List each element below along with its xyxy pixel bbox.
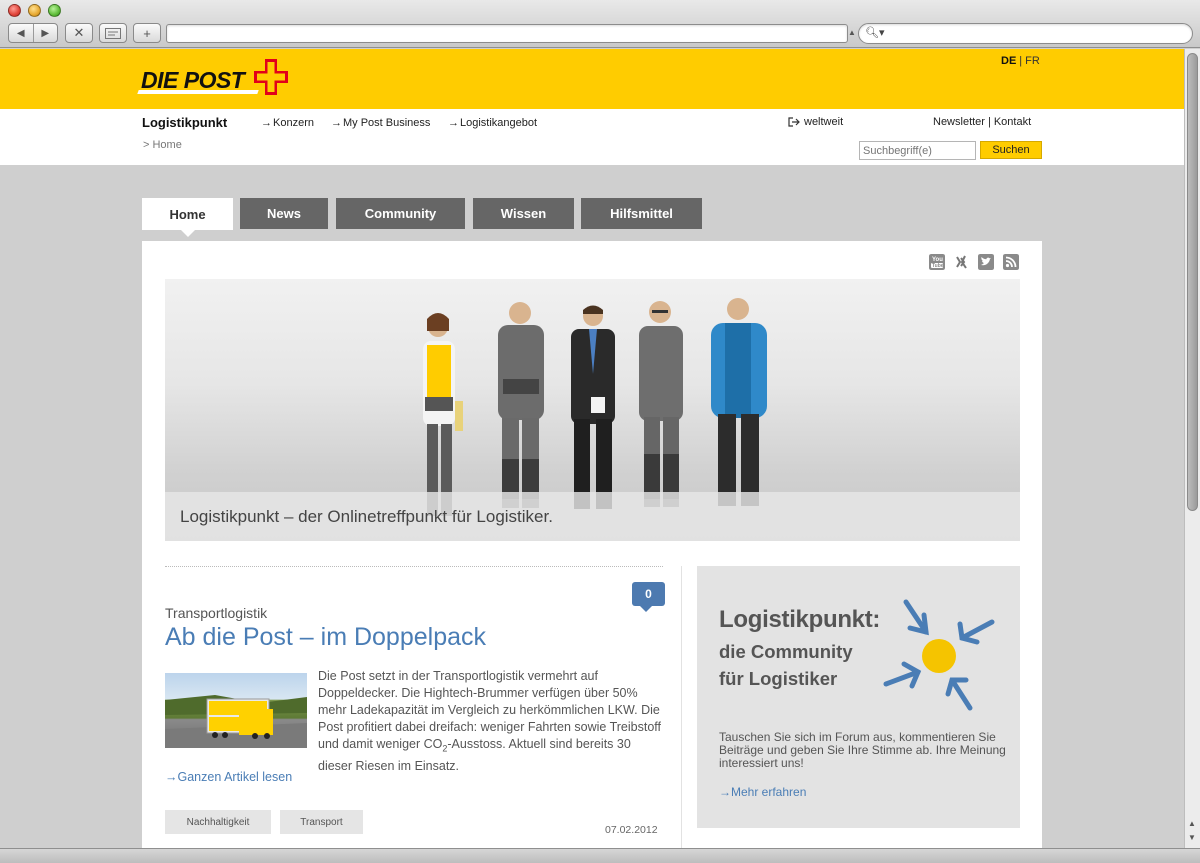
promo-more-link[interactable]: →Mehr erfahren bbox=[719, 785, 806, 799]
read-article-label: Ganzen Artikel lesen bbox=[177, 770, 293, 784]
tab-community[interactable]: Community bbox=[336, 198, 465, 229]
tag-nachhaltigkeit[interactable]: Nachhaltigkeit bbox=[165, 810, 271, 834]
article-date: 07.02.2012 bbox=[605, 824, 658, 836]
tab-hilfsmittel[interactable]: Hilfsmittel bbox=[581, 198, 702, 229]
brand-header: DIE POST DE | FR bbox=[0, 49, 1184, 109]
nav-label: Konzern bbox=[273, 117, 314, 129]
bookmarks-icon bbox=[105, 27, 121, 39]
nav-link-my-post-business[interactable]: →My Post Business bbox=[331, 117, 430, 129]
tab-label: Hilfsmittel bbox=[610, 206, 673, 221]
close-window-button[interactable] bbox=[8, 4, 21, 17]
back-button[interactable]: ◀ bbox=[9, 24, 33, 42]
weltweit-label: weltweit bbox=[804, 116, 844, 128]
nav-label: My Post Business bbox=[343, 117, 431, 129]
die-post-logo[interactable]: DIE POST bbox=[137, 57, 290, 97]
swiss-cross-icon bbox=[254, 59, 288, 95]
comment-count-badge[interactable]: 0 bbox=[632, 582, 665, 612]
active-tab-pointer bbox=[180, 230, 195, 237]
site-search-button[interactable]: Suchen bbox=[980, 141, 1042, 159]
lang-de-link[interactable]: DE bbox=[1001, 55, 1016, 67]
community-sun-icon bbox=[883, 599, 995, 711]
nav-label: Logistikangebot bbox=[460, 117, 538, 129]
community-promo[interactable]: Logistikpunkt: die Community für Logisti… bbox=[697, 566, 1020, 828]
arrow-right-icon: → bbox=[719, 785, 731, 799]
divider bbox=[165, 566, 663, 567]
promo-subtitle-line: für Logistiker bbox=[719, 668, 838, 689]
newsletter-link[interactable]: Newsletter bbox=[933, 116, 985, 128]
arrow-right-icon: → bbox=[165, 770, 178, 784]
promo-more-label: Mehr erfahren bbox=[731, 785, 807, 799]
kontakt-link[interactable]: Kontakt bbox=[994, 116, 1031, 128]
scroll-up-arrow-icon[interactable]: ▲ bbox=[1188, 819, 1196, 828]
promo-title: Logistikpunkt: bbox=[719, 606, 881, 633]
zoom-window-button[interactable] bbox=[48, 4, 61, 17]
tab-label: News bbox=[267, 206, 301, 221]
tab-home[interactable]: Home bbox=[142, 198, 233, 237]
logo-text: DIE POST bbox=[141, 67, 245, 93]
main-content-panel: You Tube Logistikpunkt – der Onlinetreff… bbox=[142, 241, 1042, 848]
article-teaser: Die Post setzt in der Transportlogistik … bbox=[318, 668, 663, 775]
add-bookmark-button[interactable]: + bbox=[133, 23, 161, 43]
minimize-window-button[interactable] bbox=[28, 4, 41, 17]
bookmarks-button[interactable] bbox=[99, 23, 127, 43]
person-figure bbox=[423, 313, 463, 516]
scrollbar-thumb[interactable] bbox=[1187, 53, 1198, 511]
tab-news[interactable]: News bbox=[240, 198, 328, 229]
nav-link-logistikangebot[interactable]: →Logistikangebot bbox=[448, 117, 537, 129]
twitter-icon[interactable] bbox=[978, 254, 994, 270]
search-icon: 🔍︎▾ bbox=[865, 27, 885, 39]
service-links: Newsletter | Kontakt bbox=[933, 116, 1032, 128]
browser-statusbar bbox=[0, 848, 1200, 863]
tab-wissen[interactable]: Wissen bbox=[473, 198, 574, 229]
history-nav: ◀ ▶ bbox=[8, 23, 58, 43]
tab-label: Home bbox=[169, 206, 206, 222]
tab-label: Wissen bbox=[500, 206, 547, 221]
arrow-right-icon: → bbox=[261, 117, 272, 129]
promo-subtitle-line: die Community bbox=[719, 641, 853, 662]
lang-fr-link[interactable]: FR bbox=[1025, 55, 1040, 67]
language-switch: DE | FR bbox=[1001, 55, 1040, 67]
article-headline[interactable]: Ab die Post – im Doppelpack bbox=[165, 623, 486, 652]
address-bar[interactable] bbox=[166, 24, 848, 43]
arrow-right-icon: → bbox=[331, 117, 342, 129]
hero-banner[interactable]: Logistikpunkt – der Onlinetreffpunkt für… bbox=[165, 279, 1020, 541]
breadcrumb[interactable]: > Home bbox=[143, 139, 182, 151]
address-bar-menu-icon[interactable]: ▲ bbox=[848, 28, 856, 37]
stop-button[interactable]: ✕ bbox=[65, 23, 93, 43]
weltweit-link[interactable]: weltweit bbox=[788, 116, 843, 128]
site-navigation: Logistikpunkt →Konzern →My Post Business… bbox=[0, 109, 1184, 165]
promo-subtitle: die Community für Logistiker bbox=[719, 638, 853, 692]
site-search-input[interactable] bbox=[859, 141, 976, 160]
column-divider bbox=[681, 566, 682, 848]
hero-caption: Logistikpunkt – der Onlinetreffpunkt für… bbox=[165, 492, 1020, 541]
article-thumbnail[interactable] bbox=[165, 673, 307, 748]
rss-icon[interactable] bbox=[1003, 254, 1019, 270]
forward-button[interactable]: ▶ bbox=[32, 24, 58, 42]
browser-titlebar: ◀ ▶ ✕ + ▲ 🔍︎▾ bbox=[0, 0, 1200, 48]
vertical-scrollbar[interactable]: ▲ ▼ bbox=[1184, 49, 1200, 848]
browser-search-field[interactable]: 🔍︎▾ bbox=[858, 23, 1193, 44]
person-figure bbox=[571, 305, 615, 509]
external-link-icon bbox=[788, 117, 800, 127]
truck-photo bbox=[165, 695, 307, 748]
site-name[interactable]: Logistikpunkt bbox=[142, 115, 227, 130]
xing-icon[interactable] bbox=[954, 254, 970, 270]
person-figure bbox=[498, 302, 544, 508]
person-figure bbox=[639, 301, 683, 507]
svg-text:Tube: Tube bbox=[932, 263, 944, 269]
nav-link-konzern[interactable]: →Konzern bbox=[261, 117, 314, 129]
tab-label: Community bbox=[364, 206, 437, 221]
youtube-icon[interactable]: You Tube bbox=[929, 254, 945, 270]
read-article-link[interactable]: →Ganzen Artikel lesen bbox=[165, 770, 292, 784]
promo-body: Tauschen Sie sich im Forum aus, kommenti… bbox=[719, 730, 1006, 770]
article-category: Transportlogistik bbox=[165, 605, 268, 621]
arrow-right-icon: → bbox=[448, 117, 459, 129]
tag-transport[interactable]: Transport bbox=[280, 810, 363, 834]
scroll-down-arrow-icon[interactable]: ▼ bbox=[1188, 833, 1196, 842]
web-page: DIE POST DE | FR Logistikpunkt →Konzern →M… bbox=[0, 49, 1184, 848]
person-figure bbox=[711, 298, 767, 506]
